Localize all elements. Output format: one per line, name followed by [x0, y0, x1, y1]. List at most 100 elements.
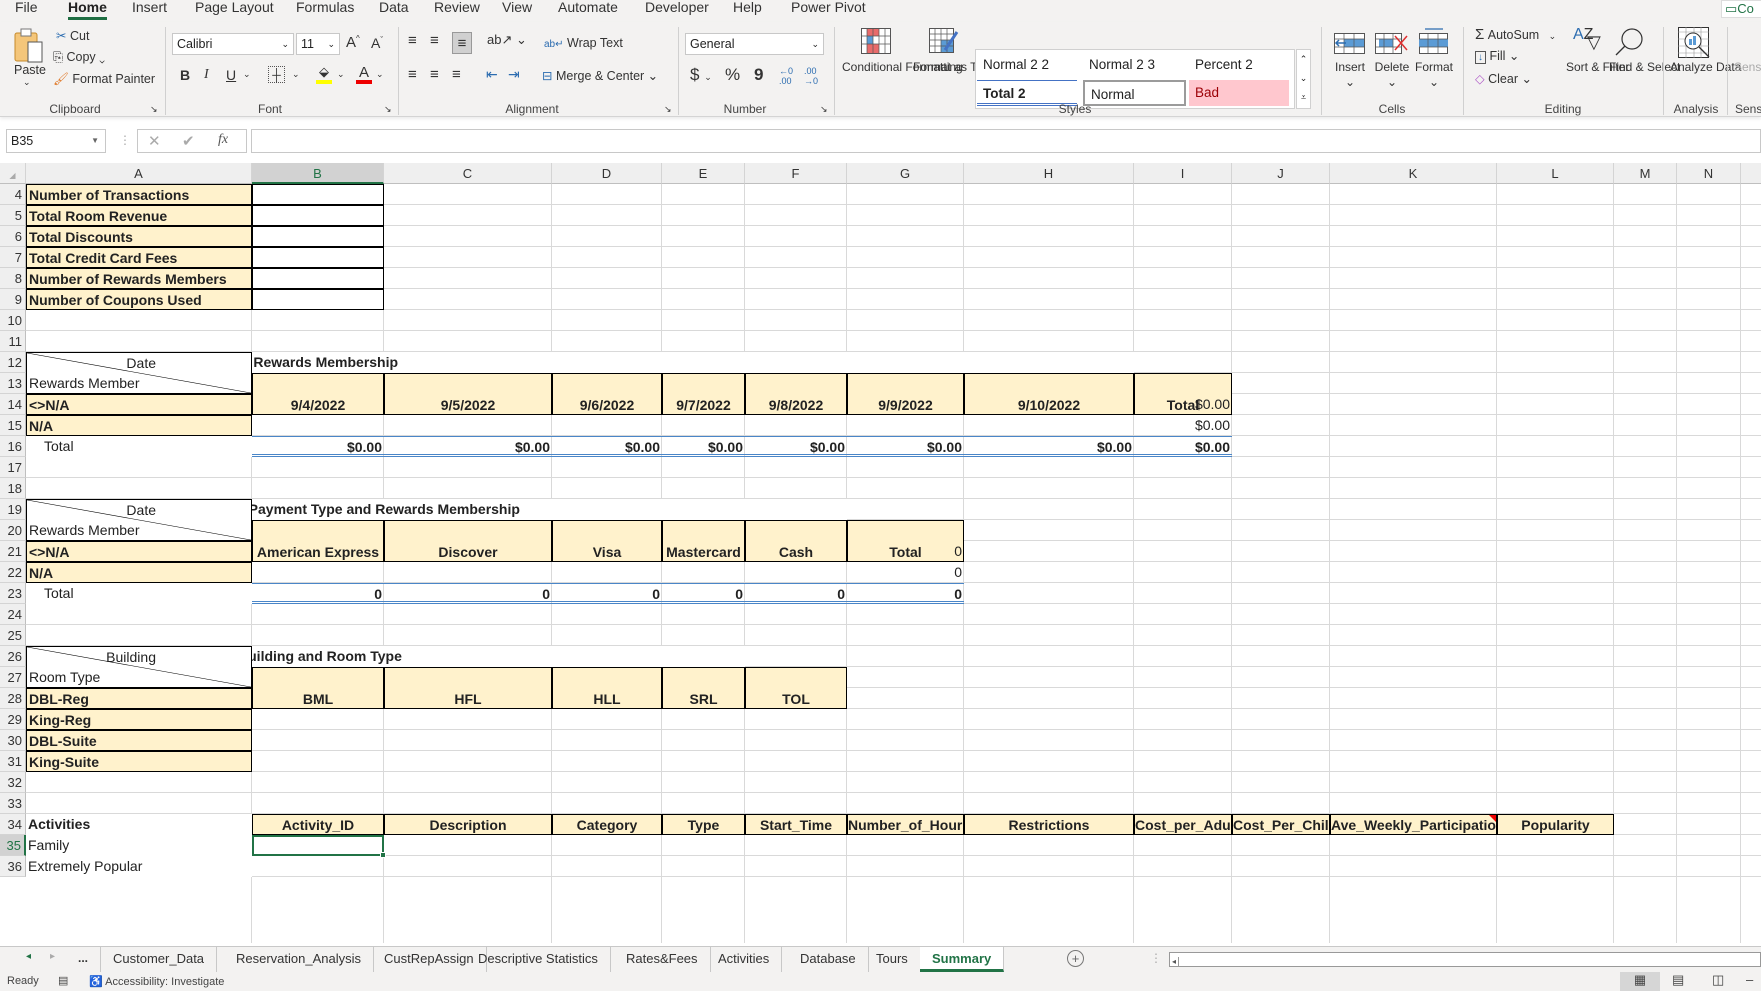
- more-tabs-button[interactable]: ...: [78, 951, 88, 965]
- column-header-e[interactable]: E: [662, 163, 745, 184]
- sort-filter-button[interactable]: Sort & Filter: [1566, 60, 1629, 75]
- row-header-11[interactable]: 11: [0, 331, 26, 352]
- format-as-table-button[interactable]: Format as Table: [913, 60, 999, 75]
- menu-insert[interactable]: Insert: [132, 0, 167, 20]
- menu-file[interactable]: File: [15, 0, 38, 20]
- row-header-28[interactable]: 28: [0, 688, 26, 709]
- paste-chevron-icon[interactable]: ⌄: [23, 77, 31, 88]
- bold-button[interactable]: B: [180, 67, 190, 83]
- align-center-icon[interactable]: ≡: [430, 66, 439, 83]
- column-header-extra[interactable]: [1741, 163, 1761, 184]
- format-painter-button[interactable]: 🖌 Format Painter: [53, 72, 155, 87]
- increase-indent-icon[interactable]: ⇥: [508, 66, 520, 83]
- menu-review[interactable]: Review: [434, 0, 480, 20]
- row-header-30[interactable]: 30: [0, 730, 26, 751]
- cut-button[interactable]: ✂ Cut: [56, 28, 89, 43]
- italic-button[interactable]: I: [204, 67, 209, 83]
- select-all-corner[interactable]: ◢: [0, 163, 26, 184]
- paste-button[interactable]: [12, 28, 46, 64]
- column-header-a[interactable]: A: [26, 163, 252, 184]
- row-header-5[interactable]: 5: [0, 205, 26, 226]
- horizontal-scrollbar[interactable]: ◂: [1169, 952, 1761, 967]
- row-header-31[interactable]: 31: [0, 751, 26, 772]
- column-header-h[interactable]: H: [964, 163, 1134, 184]
- clipboard-launcher-icon[interactable]: ↘: [150, 104, 158, 115]
- selected-cell[interactable]: [252, 835, 386, 858]
- menu-page-layout[interactable]: Page Layout: [195, 0, 274, 20]
- summary-value-cell[interactable]: [252, 268, 384, 289]
- tab-scroll-left-icon[interactable]: ◂: [26, 951, 31, 962]
- fill-color-dropdown[interactable]: ⌄: [337, 69, 345, 80]
- wrap-text-button[interactable]: ab↵ Wrap Text: [544, 36, 623, 50]
- row-header-35[interactable]: 35: [0, 835, 26, 856]
- column-header-c[interactable]: C: [384, 163, 552, 184]
- row-header-10[interactable]: 10: [0, 310, 26, 331]
- row-header-25[interactable]: 25: [0, 625, 26, 646]
- percent-button[interactable]: %: [725, 65, 740, 85]
- summary-value-cell[interactable]: [252, 226, 384, 247]
- row-header-22[interactable]: 22: [0, 562, 26, 583]
- menu-data[interactable]: Data: [379, 0, 409, 20]
- row-header-18[interactable]: 18: [0, 478, 26, 499]
- row-header-7[interactable]: 7: [0, 247, 26, 268]
- borders-icon[interactable]: ┼: [268, 66, 285, 83]
- column-header-n[interactable]: N: [1677, 163, 1741, 184]
- summary-value-cell[interactable]: [252, 289, 384, 310]
- align-bottom-icon[interactable]: ≡: [452, 32, 472, 54]
- row-header-19[interactable]: 19: [0, 499, 26, 520]
- summary-value-cell[interactable]: [252, 247, 384, 268]
- orientation-icon[interactable]: ab↗ ⌄: [487, 32, 527, 48]
- row-header-16[interactable]: 16: [0, 436, 26, 457]
- font-color-icon[interactable]: A: [356, 64, 372, 84]
- comma-style-button[interactable]: 9: [754, 65, 763, 85]
- font-size-select[interactable]: 11 ⌄: [296, 33, 340, 55]
- summary-value-cell[interactable]: [252, 184, 384, 205]
- row-header-8[interactable]: 8: [0, 268, 26, 289]
- row-header-20[interactable]: 20: [0, 520, 26, 541]
- row-header-36[interactable]: 36: [0, 856, 26, 877]
- number-launcher-icon[interactable]: ↘: [820, 104, 828, 115]
- macro-record-icon[interactable]: ▤: [58, 974, 68, 987]
- row-header-29[interactable]: 29: [0, 709, 26, 730]
- sheet-tab-customer-data[interactable]: Customer_Data: [100, 947, 218, 972]
- alignment-launcher-icon[interactable]: ↘: [664, 104, 672, 115]
- sheet-tab-summary[interactable]: Summary: [920, 947, 1005, 972]
- copy-button[interactable]: ⎘ Copy ⌄: [53, 50, 105, 65]
- sheet-tab-descriptive-statistics[interactable]: Descriptive Statistics: [466, 947, 611, 972]
- row-header-9[interactable]: 9: [0, 289, 26, 310]
- borders-dropdown[interactable]: ⌄: [292, 69, 300, 80]
- analyze-data-button[interactable]: Analyze Data: [1670, 60, 1741, 75]
- fill-button[interactable]: ↓ Fill ⌄: [1475, 48, 1519, 64]
- row-header-6[interactable]: 6: [0, 226, 26, 247]
- enter-icon[interactable]: ✔: [182, 132, 195, 150]
- menu-view[interactable]: View: [502, 0, 532, 20]
- format-cells-button[interactable]: Format ⌄: [1413, 60, 1455, 90]
- decrease-font-size-button[interactable]: Aˇ: [371, 35, 383, 51]
- conditional-formatting-button[interactable]: Conditional Formatting: [842, 60, 963, 75]
- decrease-indent-icon[interactable]: ⇤: [486, 66, 498, 83]
- autosum-button[interactable]: Σ AutoSum ⌄: [1475, 26, 1556, 43]
- row-header-34[interactable]: 34: [0, 814, 26, 835]
- fill-handle[interactable]: [380, 852, 386, 858]
- row-header-13[interactable]: 13: [0, 373, 26, 394]
- menu-formulas[interactable]: Formulas: [296, 0, 354, 20]
- add-sheet-icon[interactable]: +: [1067, 950, 1084, 967]
- sheet-tab-reservation-analysis[interactable]: Reservation_Analysis: [224, 947, 375, 972]
- worksheet-grid[interactable]: ◢ A B C D E F G H I J K L M N 4 5 6 7 8 9 10 11 12 13 14 15 16 17 18 1…: [0, 163, 1761, 943]
- menu-developer[interactable]: Developer: [645, 0, 709, 20]
- merge-center-button[interactable]: ⊟ Merge & Center ⌄: [542, 68, 658, 83]
- column-header-m[interactable]: M: [1614, 163, 1677, 184]
- clear-button[interactable]: ◇ Clear ⌄: [1475, 71, 1532, 86]
- menu-automate[interactable]: Automate: [558, 0, 618, 20]
- underline-button[interactable]: U: [226, 67, 236, 83]
- font-name-select[interactable]: Calibri ⌄: [172, 33, 294, 55]
- align-top-icon[interactable]: ≡: [408, 32, 417, 49]
- column-header-d[interactable]: D: [552, 163, 662, 184]
- font-launcher-icon[interactable]: ↘: [384, 104, 392, 115]
- row-header-23[interactable]: 23: [0, 583, 26, 604]
- menu-power-pivot[interactable]: Power Pivot: [791, 0, 866, 20]
- column-header-f[interactable]: F: [745, 163, 847, 184]
- increase-font-size-button[interactable]: A^: [346, 34, 360, 51]
- row-header-27[interactable]: 27: [0, 667, 26, 688]
- style-normal-2-2[interactable]: Normal 2 2: [977, 52, 1077, 78]
